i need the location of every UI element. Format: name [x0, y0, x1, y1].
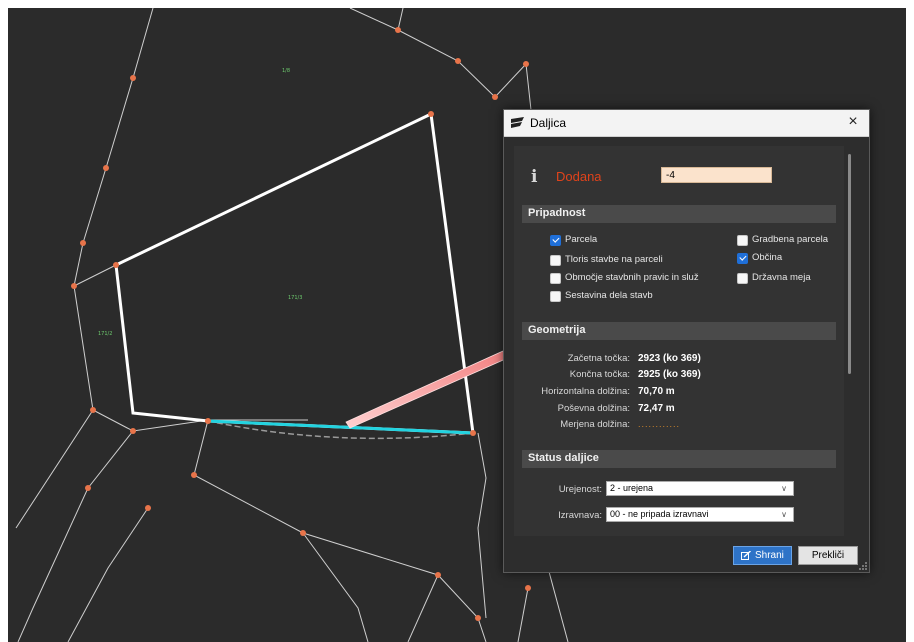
horizontal-length-value: 70,70 m	[638, 386, 675, 397]
parcel-outline[interactable]	[114, 111, 475, 435]
save-label: Shrani	[755, 550, 784, 561]
checkbox-label: Sestavina dela stavb	[565, 290, 653, 301]
checkbox-label: Občina	[752, 252, 783, 263]
end-point-value: 2925 (ko 369)	[638, 369, 701, 380]
daljica-dialog: Daljica × i Dodana -4 Pripadnost Parcela…	[503, 109, 870, 573]
cancel-button[interactable]: Prekliči	[798, 546, 858, 565]
line-tool-icon	[511, 117, 524, 128]
cadastral-lines	[15, 8, 569, 642]
izravnava-value: 00 - ne pripada izravnavi	[610, 509, 709, 519]
section-title: Geometrija	[528, 324, 586, 336]
izravnava-select[interactable]: 00 - ne pripada izravnavi ∨	[606, 507, 794, 522]
selected-edge[interactable]	[207, 419, 474, 435]
dialog-titlebar[interactable]: Daljica ×	[504, 110, 869, 137]
checkbox-box[interactable]	[737, 253, 748, 264]
screen: 1/8 171/3 171/2 Daljica × i Dodana -4 Pr…	[0, 0, 914, 642]
checkbox-label: Območje stavbnih pravic in služ	[565, 272, 699, 283]
measured-length-value[interactable]: ............	[638, 419, 680, 429]
checkbox-box[interactable]	[550, 291, 561, 302]
urejenost-select[interactable]: 2 - urejena ∨	[606, 481, 794, 496]
chevron-down-icon[interactable]: ∨	[779, 482, 789, 495]
start-point-label: Začetna točka:	[567, 353, 630, 364]
section-title: Pripadnost	[528, 207, 586, 219]
parcel-label: 1/8	[282, 68, 290, 74]
urejenost-label: Urejenost:	[558, 484, 602, 495]
parcel-label: 171/3	[288, 295, 302, 301]
resize-grip-icon[interactable]	[859, 562, 867, 570]
checkbox-box[interactable]	[737, 235, 748, 246]
close-icon[interactable]: ×	[843, 112, 863, 132]
checkbox-label: Parcela	[565, 234, 598, 245]
edit-icon	[741, 551, 751, 560]
section-status-daljice: Status daljice	[522, 450, 836, 468]
slope-length-value: 72,47 m	[638, 403, 675, 414]
checkbox-box[interactable]	[550, 273, 561, 284]
checkbox-label: Tloris stavbe na parceli	[565, 254, 663, 265]
izravnava-label: Izravnava:	[558, 510, 602, 521]
checkbox-label: Gradbena parcela	[752, 234, 829, 245]
measured-length-label: Merjena dolžina:	[560, 419, 630, 430]
section-pripadnost: Pripadnost	[522, 205, 836, 223]
section-title: Status daljice	[528, 452, 599, 464]
scrollbar-thumb[interactable]	[848, 154, 851, 374]
dialog-title: Daljica	[530, 116, 567, 130]
id-field[interactable]: -4	[661, 167, 772, 183]
section-geometrija: Geometrija	[522, 322, 836, 340]
save-button[interactable]: Shrani	[733, 546, 792, 565]
checkbox-box[interactable]	[550, 235, 561, 246]
checkbox-box[interactable]	[737, 273, 748, 284]
start-point-value: 2923 (ko 369)	[638, 353, 701, 364]
chevron-down-icon[interactable]: ∨	[779, 508, 789, 521]
parcel-labels: 1/8 171/3 171/2	[98, 68, 302, 337]
slope-length-label: Poševna dolžina:	[557, 403, 630, 414]
status-label: Dodana	[556, 169, 602, 184]
urejenost-value: 2 - urejena	[610, 483, 654, 493]
checkbox-label: Državna meja	[752, 272, 811, 283]
vertices	[71, 27, 531, 621]
checkbox-box[interactable]	[550, 255, 561, 266]
info-icon: i	[531, 167, 538, 187]
parcel-label: 171/2	[98, 331, 112, 337]
end-point-label: Končna točka:	[569, 369, 630, 380]
horizontal-length-label: Horizontalna dolžina:	[541, 386, 630, 397]
